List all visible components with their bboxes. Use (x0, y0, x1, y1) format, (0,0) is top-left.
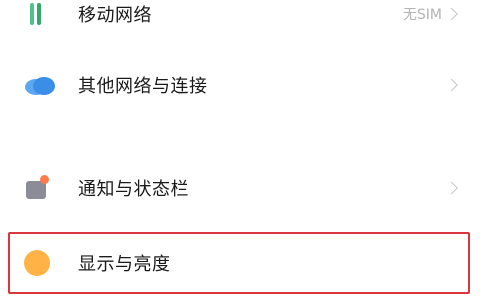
notification-icon (24, 175, 52, 201)
settings-item-label: 移动网络 (78, 5, 152, 26)
settings-item-label: 其他网络与连接 (78, 76, 208, 97)
highlight-box (8, 232, 470, 294)
settings-item-mobile-network[interactable]: 移动网络 无SIM (0, 0, 480, 42)
settings-screen: 移动网络 无SIM 其他网络与连接 通知与状态栏 显示与亮度 (0, 0, 480, 300)
cloud-icon (24, 74, 56, 96)
mobile-network-icon (24, 3, 46, 25)
chevron-right-icon (445, 78, 458, 92)
chevron-right-icon (445, 7, 458, 21)
chevron-right-icon (445, 181, 458, 195)
sim-status-value: 无SIM (402, 7, 442, 23)
settings-item-label: 通知与状态栏 (78, 179, 189, 200)
settings-item-notifications[interactable]: 通知与状态栏 (0, 160, 480, 216)
settings-item-other-networks[interactable]: 其他网络与连接 (0, 57, 480, 113)
